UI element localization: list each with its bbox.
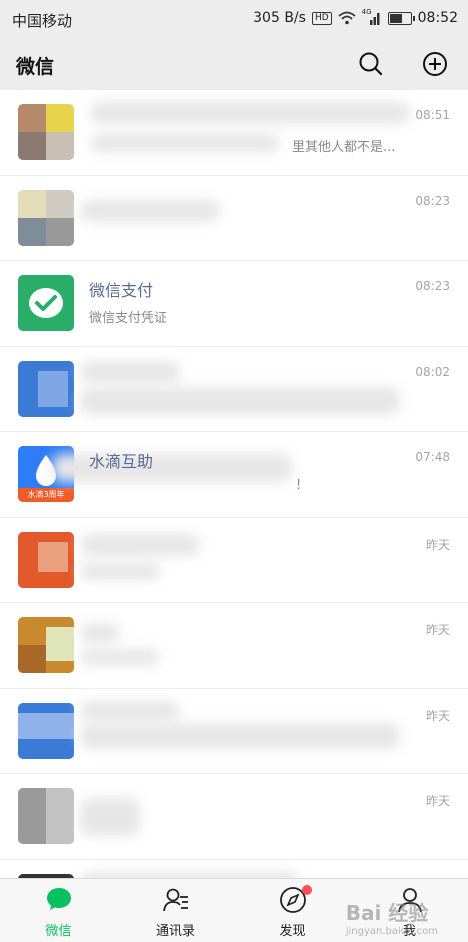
chat-time: 08:23 — [415, 279, 450, 293]
chat-preview: 微信支付凭证 — [89, 311, 168, 326]
clock: 08:52 — [417, 10, 458, 26]
status-right: 305 B/s HD 4G 08:52 — [253, 8, 458, 26]
baidu-watermark: Bai 经验 jingyan.baidu.com — [346, 897, 438, 937]
app-header: 微信 — [0, 38, 468, 90]
chat-preview: ! — [296, 478, 302, 493]
wechat-pay-icon — [29, 288, 63, 318]
chat-row[interactable]: 昨天 — [0, 518, 468, 603]
contacts-icon — [162, 888, 188, 912]
chat-avatar — [18, 617, 74, 673]
status-bar: 中国移动 305 B/s HD 4G 08:52 — [0, 0, 468, 38]
chat-row[interactable]: 昨天 — [0, 689, 468, 774]
watermark-text: Bai 经验 — [345, 901, 429, 925]
chat-time: 08:23 — [415, 193, 450, 208]
tab-label: 发现 — [279, 924, 306, 939]
chat-row[interactable]: 微信支付 微信支付凭证 08:23 — [0, 261, 468, 347]
tab-label: 微信 — [45, 924, 72, 939]
chat-row[interactable]: 昨天 — [0, 774, 468, 860]
chat-name: 水滴互助 — [89, 452, 154, 471]
chat-row[interactable]: 里其他人都不是... 08:51 — [0, 90, 468, 176]
chat-time: 08:51 — [415, 108, 450, 122]
search-button[interactable] — [357, 50, 385, 78]
chat-time: 昨天 — [425, 708, 450, 723]
tab-chats[interactable]: 微信 — [0, 879, 117, 942]
battery-icon — [387, 11, 415, 25]
watermark-sub: jingyan.baidu.com — [345, 926, 438, 937]
wifi-icon — [338, 11, 356, 25]
shuidi-anniversary-banner: 水滴3周年 — [18, 488, 74, 502]
plus-circle-icon — [423, 52, 447, 76]
chat-avatar — [18, 531, 74, 588]
add-button[interactable] — [421, 50, 449, 78]
group-avatar — [18, 104, 74, 160]
tab-discover[interactable]: 发现 — [234, 879, 351, 942]
page-title: 微信 — [16, 56, 55, 78]
wechat-pay-avatar — [18, 275, 74, 331]
chat-time: 昨天 — [425, 537, 450, 552]
chat-list[interactable]: 里其他人都不是... 08:51 08:23 微信支付 微信支付凭证 08:23… — [0, 90, 468, 878]
chat-name: 微信支付 — [89, 281, 154, 300]
chat-row[interactable]: 水滴3周年 水滴互助 ! 07:48 — [0, 432, 468, 518]
hd-badge: HD — [311, 11, 332, 25]
chat-time: 昨天 — [425, 794, 450, 808]
chat-bubble-icon — [46, 888, 71, 910]
network-speed: 305 B/s — [253, 10, 306, 26]
chat-avatar — [18, 702, 74, 759]
chat-time: 07:48 — [415, 450, 450, 464]
chat-preview: 里其他人都不是... — [292, 140, 396, 155]
chat-row[interactable]: 昨天 — [0, 860, 468, 878]
tab-label: 通讯录 — [155, 924, 195, 939]
chat-time: 08:02 — [415, 364, 450, 379]
chat-avatar — [18, 788, 74, 844]
new-badge — [301, 885, 312, 895]
battery-level — [389, 13, 402, 23]
group-avatar — [18, 189, 74, 246]
signal-icon: 4G — [362, 8, 382, 25]
chat-row[interactable]: 昨天 — [0, 603, 468, 689]
search-icon — [359, 52, 383, 76]
tab-contacts[interactable]: 通讯录 — [117, 879, 234, 942]
chat-row[interactable]: 08:23 — [0, 176, 468, 261]
carrier-name: 中国移动 — [12, 12, 73, 30]
chat-row[interactable]: 08:02 — [0, 347, 468, 432]
chat-time: 昨天 — [425, 623, 450, 637]
chat-avatar — [18, 360, 74, 417]
